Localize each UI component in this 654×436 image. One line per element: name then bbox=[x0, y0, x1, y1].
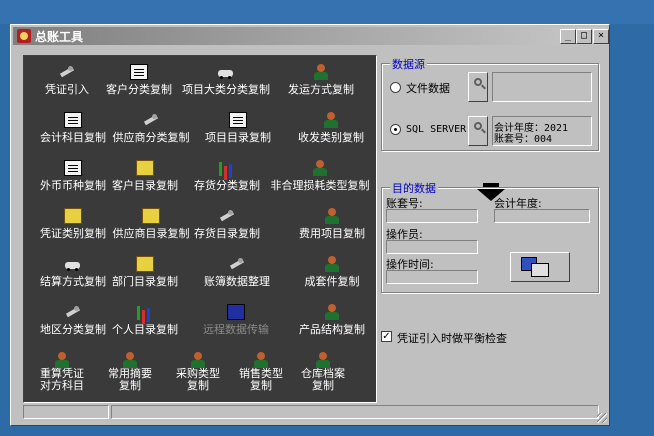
document-icon bbox=[130, 64, 148, 80]
account-set-field[interactable] bbox=[386, 209, 478, 223]
balance-check-checkbox[interactable]: ✓ bbox=[381, 331, 392, 342]
person-icon bbox=[314, 352, 332, 368]
operator-field[interactable] bbox=[386, 240, 478, 254]
folder-icon bbox=[136, 160, 154, 176]
tool-project-list-copy[interactable]: 项目目录复制 bbox=[188, 112, 288, 144]
window-title: 总账工具 bbox=[35, 30, 84, 44]
file-data-radio[interactable] bbox=[390, 82, 401, 93]
car-icon bbox=[64, 256, 82, 272]
tool-warehouse-file-copy[interactable]: 仓库档案 复制 bbox=[273, 352, 373, 392]
tool-icon bbox=[142, 112, 160, 128]
car-icon bbox=[217, 64, 235, 80]
resize-grip-icon[interactable] bbox=[597, 413, 607, 423]
tool-shipping-method-copy[interactable]: 发运方式复制 bbox=[271, 64, 371, 96]
title-bar[interactable]: 总账工具 _ □ × bbox=[13, 27, 609, 45]
target-title: 目的数据 bbox=[390, 180, 438, 196]
document-icon bbox=[64, 160, 82, 176]
person-icon bbox=[323, 304, 341, 320]
person-icon bbox=[189, 352, 207, 368]
operation-time-field[interactable] bbox=[386, 270, 478, 284]
tool-unreasonable-loss-copy[interactable]: 非合理损耗类型复制 bbox=[270, 160, 370, 192]
person-icon bbox=[323, 256, 341, 272]
target-group: 目的数据 账套号: 会计年度: 操作员: 操作时间: bbox=[381, 180, 599, 293]
source-info-box: 会计年度：2021 账套号：004 bbox=[492, 116, 592, 146]
tool-inventory-list-copy[interactable]: 存货目录复制 bbox=[177, 208, 277, 240]
file-path-field[interactable] bbox=[492, 72, 592, 102]
tool-personal-list-copy[interactable]: 个人目录复制 bbox=[95, 304, 195, 336]
tool-customer-category-copy[interactable]: 客户分类复制 bbox=[89, 64, 189, 96]
folder-icon bbox=[136, 256, 154, 272]
tool-send-receive-category-copy[interactable]: 收发类别复制 bbox=[281, 112, 381, 144]
person-icon bbox=[53, 352, 71, 368]
person-icon bbox=[322, 112, 340, 128]
sql-browse-button[interactable] bbox=[468, 116, 488, 146]
execute-button[interactable] bbox=[510, 252, 570, 282]
datasource-group: 数据源 文件数据 SQL SERVER 会计年度：2021 账套号：004 bbox=[381, 56, 599, 151]
tool-product-structure-copy[interactable]: 产品结构复制 bbox=[282, 304, 382, 336]
screen-icon bbox=[227, 304, 245, 320]
sql-server-radio[interactable] bbox=[390, 124, 401, 135]
status-cell-2 bbox=[111, 405, 599, 419]
tool-icon bbox=[64, 304, 82, 320]
close-button[interactable]: × bbox=[593, 29, 609, 44]
person-icon bbox=[121, 352, 139, 368]
datasource-title: 数据源 bbox=[390, 56, 427, 72]
tool-icon bbox=[228, 256, 246, 272]
general-ledger-tool-window: 总账工具 _ □ × 凭证引入 客户分类复制 项目大类分类复制 发运方式复制 会… bbox=[10, 24, 610, 426]
tools-panel: 凭证引入 客户分类复制 项目大类分类复制 发运方式复制 会计科目复制 供应商分类… bbox=[23, 55, 377, 403]
folder-icon bbox=[64, 208, 82, 224]
person-icon bbox=[312, 64, 330, 80]
accounting-year-field[interactable] bbox=[494, 209, 590, 223]
tool-supplier-category-copy[interactable]: 供应商分类复制 bbox=[101, 112, 201, 144]
document-icon bbox=[64, 112, 82, 128]
tool-inventory-category-copy[interactable]: 存货分类复制 bbox=[177, 160, 277, 192]
document-icon bbox=[229, 112, 247, 128]
status-cell-1 bbox=[23, 405, 109, 419]
folder-icon bbox=[142, 208, 160, 224]
minimize-button[interactable]: _ bbox=[560, 29, 576, 44]
source-set-text: 账套号：004 bbox=[494, 134, 553, 145]
desktop-background bbox=[0, 0, 654, 24]
tool-icon bbox=[218, 208, 236, 224]
tool-remote-data-transfer: 远程数据传输 bbox=[186, 304, 286, 336]
tool-icon bbox=[58, 64, 76, 80]
person-icon bbox=[252, 352, 270, 368]
maximize-button[interactable]: □ bbox=[576, 29, 592, 44]
person-icon bbox=[323, 208, 341, 224]
status-bar bbox=[23, 405, 599, 419]
sql-server-label: SQL SERVER bbox=[406, 124, 467, 135]
tool-kit-copy[interactable]: 成套件复制 bbox=[282, 256, 382, 288]
tool-department-list-copy[interactable]: 部门目录复制 bbox=[95, 256, 195, 288]
file-browse-button[interactable] bbox=[468, 72, 488, 102]
person-icon bbox=[311, 160, 329, 176]
chart-icon bbox=[136, 304, 154, 320]
file-data-label: 文件数据 bbox=[406, 82, 450, 95]
tool-project-category-copy[interactable]: 项目大类分类复制 bbox=[176, 64, 276, 96]
balance-check-label: 凭证引入时做平衡检查 bbox=[397, 332, 507, 345]
chart-icon bbox=[218, 160, 236, 176]
tool-ledger-data-cleanup[interactable]: 账簿数据整理 bbox=[187, 256, 287, 288]
app-icon bbox=[17, 29, 31, 43]
tool-expense-item-copy[interactable]: 费用项目复制 bbox=[282, 208, 382, 240]
